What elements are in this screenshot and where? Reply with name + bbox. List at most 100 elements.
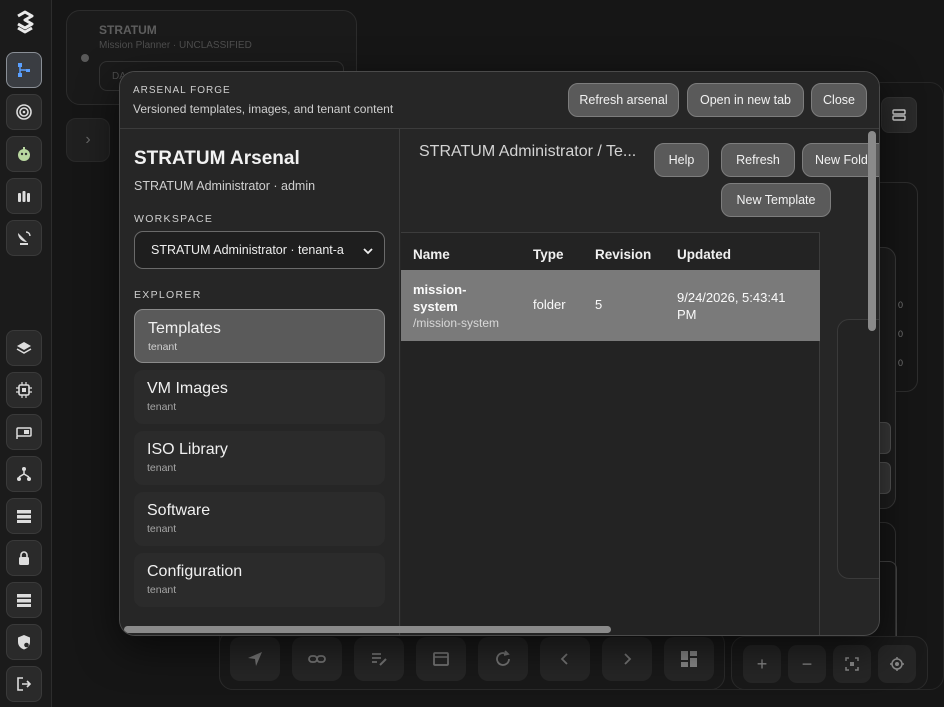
panel-toggle-button[interactable] [881,97,917,133]
chevron-right-icon [624,653,632,665]
network-icon[interactable] [6,456,42,492]
column-header-type[interactable]: Type [533,247,564,262]
explorer-item-vm-images[interactable]: VM Images tenant [134,370,385,424]
row-revision: 5 [595,297,603,312]
explorer-item-software[interactable]: Software tenant [134,492,385,546]
explorer-item-configuration[interactable]: Configuration tenant [134,553,385,607]
table-row[interactable]: mission- system /mission-system folder 5… [401,270,820,341]
workspace-select[interactable]: STRATUM Administrator · tenant-a [134,231,385,269]
dialog-eyebrow: ARSENAL FORGE [133,85,231,96]
logout-icon[interactable] [6,666,42,702]
explorer-item-scope: tenant [147,584,177,596]
fit-view-icon [845,657,859,671]
row-updated: 9/24/2026, 5:43:41 PM [677,289,785,323]
explorer-item-templates[interactable]: Templates tenant [134,309,385,363]
layers-icon[interactable] [6,330,42,366]
link-icon [308,655,326,663]
explorer-item-name: ISO Library [147,441,228,458]
fit-view-button[interactable] [833,645,871,683]
row-name-line: system [413,299,458,314]
horizontal-scrollbar[interactable] [124,626,611,633]
column-header-name[interactable]: Name [413,247,450,262]
robot-icon[interactable] [6,136,42,172]
new-template-button[interactable]: New Template [721,183,831,217]
content-pane: STRATUM Administrator / Te... Help Refre… [401,129,879,635]
explorer-item-scope: tenant [147,523,177,535]
plus-icon: + [756,653,768,674]
dialog-header: ARSENAL FORGE Versioned templates, image… [120,72,879,129]
chevron-left-icon [560,653,568,665]
explorer-label: EXPLORER [134,289,202,301]
help-button[interactable]: Help [654,143,709,177]
navigate-button[interactable] [230,637,280,681]
close-button[interactable]: Close [811,83,867,117]
bottom-toolbar [219,630,725,690]
row-name-line: mission- [413,282,467,297]
database-icon[interactable] [6,582,42,618]
cpu-icon[interactable] [6,372,42,408]
row-name: mission- system [413,281,466,315]
window-button[interactable] [416,637,466,681]
mission-title: STRATUM [99,23,157,37]
link-button[interactable] [292,637,342,681]
column-header-revision[interactable]: Revision [595,247,651,262]
locate-button[interactable] [878,645,916,683]
arsenal-forge-dialog: ARSENAL FORGE Versioned templates, image… [119,71,880,636]
explorer-item-scope: tenant [147,462,177,474]
breadcrumb[interactable]: STRATUM Administrator / Te... [419,143,636,161]
dialog-subtitle: Versioned templates, images, and tenant … [133,102,394,116]
refresh-map-button[interactable] [478,637,528,681]
server-icon [892,109,906,121]
open-in-new-tab-button[interactable]: Open in new tab [687,83,804,117]
mission-subtitle: Mission Planner · UNCLASSIFIED [99,40,252,51]
next-button[interactable] [602,637,652,681]
edit-notes-icon [372,653,387,666]
zoom-out-button[interactable]: − [788,645,826,683]
window-icon [433,652,449,666]
explorer-item-scope: tenant [147,401,177,413]
shield-settings-icon[interactable] [6,624,42,660]
zoom-in-button[interactable]: + [743,645,781,683]
expand-panel-button[interactable]: › [66,118,110,162]
crosshair-icon [890,657,904,671]
refresh-icon [496,650,510,666]
explorer-item-name: Configuration [147,563,243,580]
chevron-right-icon: › [85,131,91,148]
row-path: /mission-system [413,316,500,330]
mission-planner-icon[interactable] [6,52,42,88]
arsenal-sidebar: STRATUM Arsenal STRATUM Administrator · … [120,129,400,635]
stratum-logo-icon[interactable] [12,10,38,36]
target-icon[interactable] [6,94,42,130]
dashboard-button[interactable] [664,637,714,681]
refresh-button[interactable]: Refresh [721,143,795,177]
server-rack-icon[interactable] [6,498,42,534]
details-side-card [837,319,879,579]
templates-table: Name Type Revision Updated mission- syst… [401,232,820,635]
vertical-scrollbar[interactable] [868,131,876,331]
explorer-item-name: Templates [148,320,221,337]
lock-icon[interactable] [6,540,42,576]
explorer-item-iso-library[interactable]: ISO Library tenant [134,431,385,485]
previous-button[interactable] [540,637,590,681]
workspace-label: WORKSPACE [134,213,214,225]
arsenal-title: STRATUM Arsenal [134,148,300,169]
left-rail [0,0,52,707]
row-updated-line: 9/24/2026, 5:43:41 [677,290,786,305]
ammo-icon[interactable] [6,178,42,214]
zoom-toolbar: + − [731,636,928,690]
refresh-arsenal-button[interactable]: Refresh arsenal [568,83,679,117]
explorer-item-name: Software [147,502,211,519]
navigate-icon [248,652,262,666]
satellite-dish-icon[interactable] [6,220,42,256]
minus-icon: − [801,653,813,674]
detail-value: 0 [898,329,904,339]
chevron-down-icon [363,248,373,255]
gpu-card-icon[interactable] [6,414,42,450]
explorer-item-scope: tenant [148,341,178,353]
detail-value: 0 [898,358,904,368]
row-updated-line: PM [677,307,697,322]
edit-notes-button[interactable] [354,637,404,681]
detail-value: 0 [898,300,904,310]
column-header-updated[interactable]: Updated [677,247,731,262]
arsenal-user: STRATUM Administrator · admin [134,179,316,193]
